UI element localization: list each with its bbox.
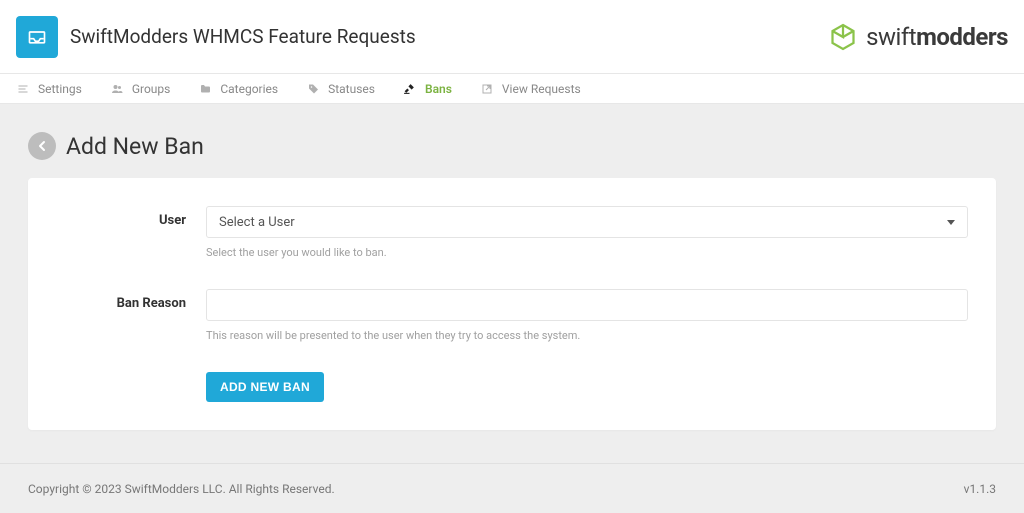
app-logo[interactable] <box>16 16 58 58</box>
tag-icon <box>306 82 320 96</box>
back-button[interactable] <box>28 132 56 160</box>
nav-view-requests[interactable]: View Requests <box>480 82 581 96</box>
nav-categories[interactable]: Categories <box>198 82 278 96</box>
reason-help-text: This reason will be presented to the use… <box>206 329 968 342</box>
brand-logo[interactable]: swiftmodders <box>828 22 1008 52</box>
footer-version: v1.1.3 <box>964 482 996 496</box>
reason-input[interactable] <box>206 289 968 321</box>
submit-row: ADD NEW BAN <box>56 372 968 402</box>
page-header: Add New Ban <box>0 104 1024 178</box>
nav-label: Settings <box>38 82 82 96</box>
menu-icon <box>16 82 30 96</box>
footer-copyright: Copyright © 2023 SwiftModders LLC. All R… <box>28 482 335 496</box>
topbar-left: SwiftModders WHMCS Feature Requests <box>16 16 416 58</box>
gavel-icon <box>403 82 417 96</box>
inbox-icon <box>27 27 47 47</box>
app-title: SwiftModders WHMCS Feature Requests <box>70 25 416 48</box>
user-select-placeholder: Select a User <box>219 215 295 230</box>
nav-groups[interactable]: Groups <box>110 82 171 96</box>
form-card: User Select a User Select the user you w… <box>28 178 996 430</box>
topbar: SwiftModders WHMCS Feature Requests swif… <box>0 0 1024 74</box>
nav-bans[interactable]: Bans <box>403 82 452 96</box>
page-title: Add New Ban <box>66 133 204 160</box>
reason-label: Ban Reason <box>56 289 206 342</box>
user-row: User Select a User Select the user you w… <box>56 206 968 259</box>
navbar: Settings Groups Categories Statuses Bans… <box>0 74 1024 104</box>
user-label: User <box>56 206 206 259</box>
add-new-ban-button[interactable]: ADD NEW BAN <box>206 372 324 402</box>
nav-label: Groups <box>132 82 171 96</box>
footer: Copyright © 2023 SwiftModders LLC. All R… <box>0 463 1024 513</box>
nav-statuses[interactable]: Statuses <box>306 82 375 96</box>
chevron-down-icon <box>947 220 955 225</box>
user-help-text: Select the user you would like to ban. <box>206 246 968 259</box>
arrow-left-icon <box>34 138 50 154</box>
external-icon <box>480 82 494 96</box>
brand-text: swiftmodders <box>866 23 1008 51</box>
cube-icon <box>828 22 858 52</box>
reason-row: Ban Reason This reason will be presented… <box>56 289 968 342</box>
nav-settings[interactable]: Settings <box>16 82 82 96</box>
nav-label: View Requests <box>502 82 581 96</box>
folder-icon <box>198 82 212 96</box>
users-icon <box>110 82 124 96</box>
nav-label: Bans <box>425 82 452 96</box>
nav-label: Statuses <box>328 82 375 96</box>
user-select[interactable]: Select a User <box>206 206 968 238</box>
nav-label: Categories <box>220 82 278 96</box>
